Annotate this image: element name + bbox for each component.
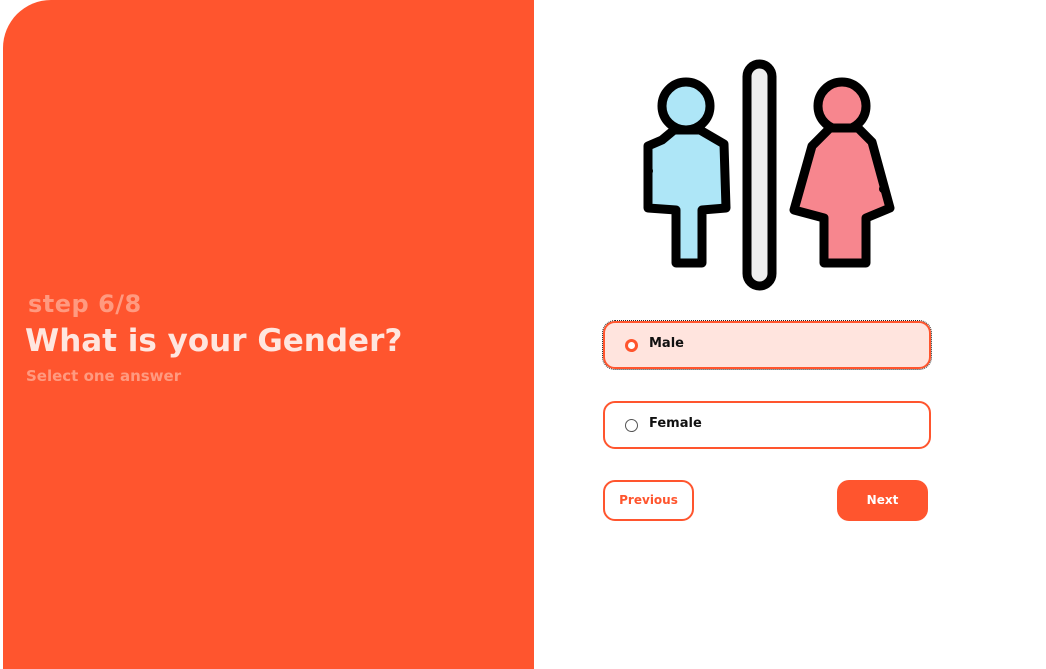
page: step 6/8 What is your Gender? Select one… [0,0,1046,669]
previous-button[interactable]: Previous [603,480,694,521]
radio-female[interactable] [625,419,638,432]
option-female-label: Female [649,416,702,431]
restroom-gender-icon [643,59,895,291]
question-title: What is your Gender? [25,323,403,359]
step-indicator: step 6/8 [28,290,142,318]
option-male[interactable]: Male [602,320,932,370]
next-button[interactable]: Next [837,480,928,521]
question-subtitle: Select one answer [26,367,182,385]
female-dot [879,185,887,193]
left-panel: step 6/8 What is your Gender? Select one… [3,0,534,669]
female-figure-icon [789,77,895,268]
male-dot [645,167,653,175]
option-female[interactable]: Female [603,401,931,449]
male-figure-icon [643,77,731,268]
option-male-label: Male [649,336,684,351]
radio-male[interactable] [625,339,638,352]
divider-bar [742,59,777,291]
